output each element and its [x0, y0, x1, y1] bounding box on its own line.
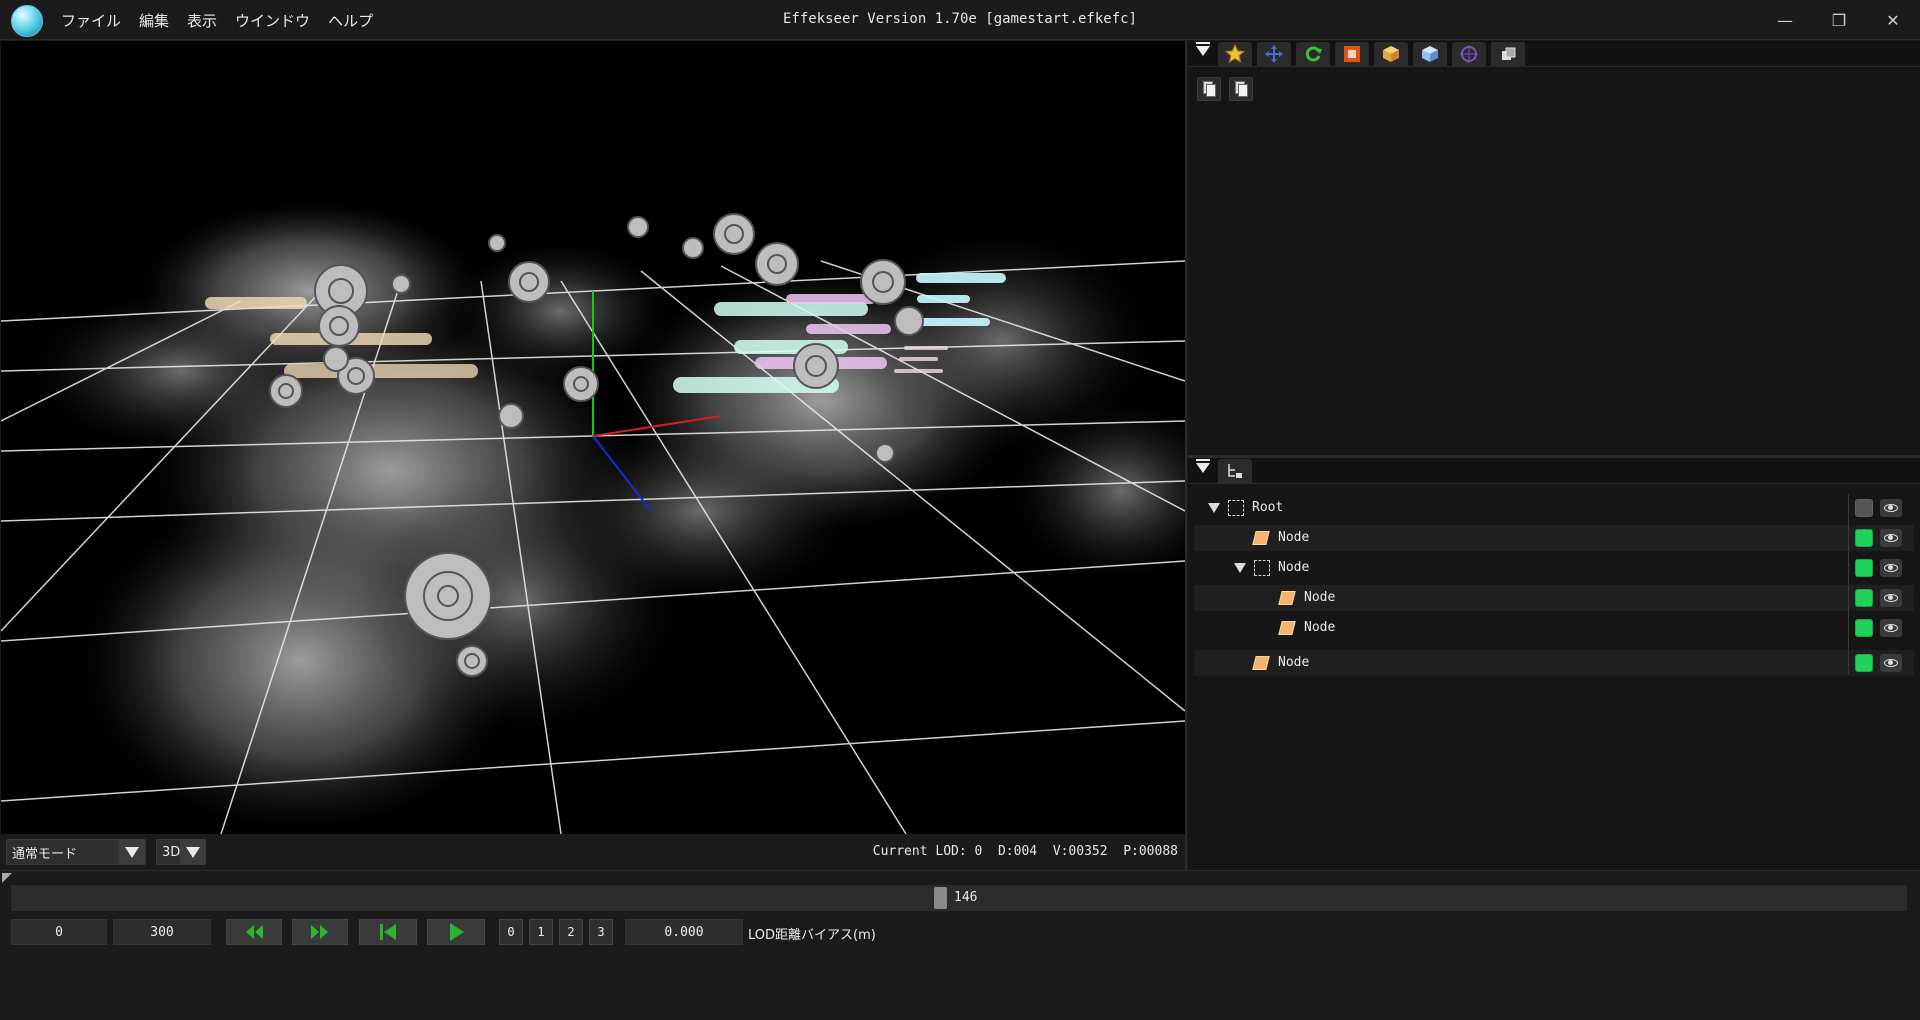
panel-corner-marker [2, 873, 12, 883]
node-label: Node [1278, 560, 1310, 575]
layers-icon[interactable] [1491, 42, 1525, 66]
refresh-icon[interactable] [1296, 42, 1330, 66]
target-icon[interactable] [1452, 42, 1486, 66]
menu-view[interactable]: 表示 [178, 10, 226, 31]
copy-icon[interactable] [1197, 77, 1221, 101]
fast-forward-button[interactable] [292, 919, 348, 945]
title-bar: ファイル 編集 表示 ウインドウ ヘルプ Effekseer Version 1… [0, 0, 1920, 40]
menu-bar: ファイル 編集 表示 ウインドウ ヘルプ [52, 0, 382, 40]
render-checkbox[interactable] [1855, 529, 1873, 547]
play-button[interactable] [427, 919, 485, 945]
node-tree-icon[interactable] [1218, 459, 1252, 483]
menu-edit[interactable]: 編集 [130, 10, 178, 31]
render-mode-select[interactable]: 通常モード [6, 839, 146, 865]
play-icon [450, 923, 464, 941]
smoke-particles [31, 201, 1185, 831]
node-label: Node [1278, 530, 1310, 545]
sprite-node-icon [1278, 591, 1296, 605]
frame-slider-handle[interactable] [934, 887, 947, 909]
render-mode-value: 通常モード [12, 846, 78, 862]
move-icon[interactable] [1257, 42, 1291, 66]
column-divider [1848, 494, 1849, 674]
lod-bias-label: LOD距離バイアス(m) [748, 928, 876, 943]
viewport-status-bar: 通常モード 3D Current LOD: 0 D:004 V:00352 P:… [0, 834, 1186, 870]
render-checkbox[interactable] [1855, 559, 1873, 577]
lod-bias-field[interactable]: 0.000 [625, 919, 743, 945]
chevron-down-icon [119, 840, 145, 864]
expand-toggle-icon[interactable] [1208, 503, 1220, 513]
lod-level-0-button[interactable]: 0 [499, 919, 523, 945]
frame-slider[interactable]: 146 [11, 885, 1907, 911]
start-frame-field[interactable]: 0 [11, 919, 107, 945]
rewind-icon [246, 925, 263, 939]
end-frame-field[interactable]: 300 [113, 919, 211, 945]
tree-row-node[interactable]: Node [1194, 650, 1914, 676]
null-node-icon [1228, 500, 1244, 516]
render-checkbox[interactable] [1855, 589, 1873, 607]
lod-level-1-button[interactable]: 1 [529, 919, 553, 945]
eye-icon[interactable] [1880, 589, 1902, 607]
node-tree-tabs [1188, 458, 1920, 484]
render-checkbox[interactable] [1855, 654, 1873, 672]
back-to-start-button[interactable] [359, 919, 417, 945]
node-label: Node [1304, 590, 1336, 605]
null-node-icon [1254, 560, 1270, 576]
menu-file[interactable]: ファイル [52, 10, 130, 31]
eye-icon[interactable] [1880, 499, 1902, 517]
node-label: Node [1278, 655, 1310, 670]
close-button[interactable]: ✕ [1866, 0, 1920, 40]
sprite-node-icon [1278, 621, 1296, 635]
sprite-node-icon [1252, 531, 1270, 545]
node-label: Root [1252, 500, 1284, 515]
tree-row-root[interactable]: Root [1194, 495, 1914, 521]
tree-row-node[interactable]: Node [1194, 615, 1914, 641]
tree-row-node[interactable]: Node [1194, 525, 1914, 551]
effect-viewport[interactable] [1, 41, 1185, 834]
render-checkbox[interactable] [1855, 499, 1873, 517]
chevron-down-icon [180, 840, 205, 864]
render-checkbox[interactable] [1855, 619, 1873, 637]
app-logo-icon [11, 5, 43, 37]
dimension-value: 3D [162, 844, 181, 860]
cube-icon[interactable] [1413, 42, 1447, 66]
sprite-node-icon [1252, 656, 1270, 670]
lod-level-3-button[interactable]: 3 [589, 919, 613, 945]
minimize-button[interactable]: — [1758, 0, 1812, 40]
tree-row-node[interactable]: Node [1194, 585, 1914, 611]
tree-row-node[interactable]: Node [1194, 555, 1914, 581]
restore-button[interactable]: ❐ [1812, 0, 1866, 40]
menu-help[interactable]: ヘルプ [319, 10, 382, 31]
node-tree-panel: Root Node Node Node Node Node [1188, 484, 1920, 870]
menu-window[interactable]: ウインドウ [226, 10, 319, 31]
current-frame-value: 146 [954, 890, 978, 905]
eye-icon[interactable] [1880, 529, 1902, 547]
node-label: Node [1304, 620, 1336, 635]
rewind-button[interactable] [226, 919, 282, 945]
lod-status-text: Current LOD: 0 D:004 V:00352 P:00088 [872, 844, 1178, 859]
panel-divider[interactable] [1185, 41, 1187, 870]
box-icon[interactable] [1374, 42, 1408, 66]
lod-level-2-button[interactable]: 2 [559, 919, 583, 945]
eye-icon[interactable] [1880, 619, 1902, 637]
eye-icon[interactable] [1880, 654, 1902, 672]
node-properties-panel [1188, 67, 1920, 455]
panel-menu-icon[interactable] [1196, 42, 1210, 56]
tool-tabs [1188, 41, 1920, 67]
panel-menu-icon[interactable] [1196, 459, 1210, 473]
eye-icon[interactable] [1880, 559, 1902, 577]
skip-back-icon [380, 924, 396, 940]
timeline-panel: 146 0 300 0 1 2 3 0.000 LOD距離バイアス(m) [0, 870, 1920, 1020]
fast-forward-icon [311, 925, 328, 939]
dimension-select[interactable]: 3D [156, 839, 206, 865]
star-icon[interactable] [1218, 42, 1252, 66]
expand-toggle-icon[interactable] [1234, 563, 1246, 573]
stop-box-icon[interactable] [1335, 42, 1369, 66]
paste-icon[interactable] [1229, 77, 1253, 101]
viewport-scene [1, 201, 1185, 834]
